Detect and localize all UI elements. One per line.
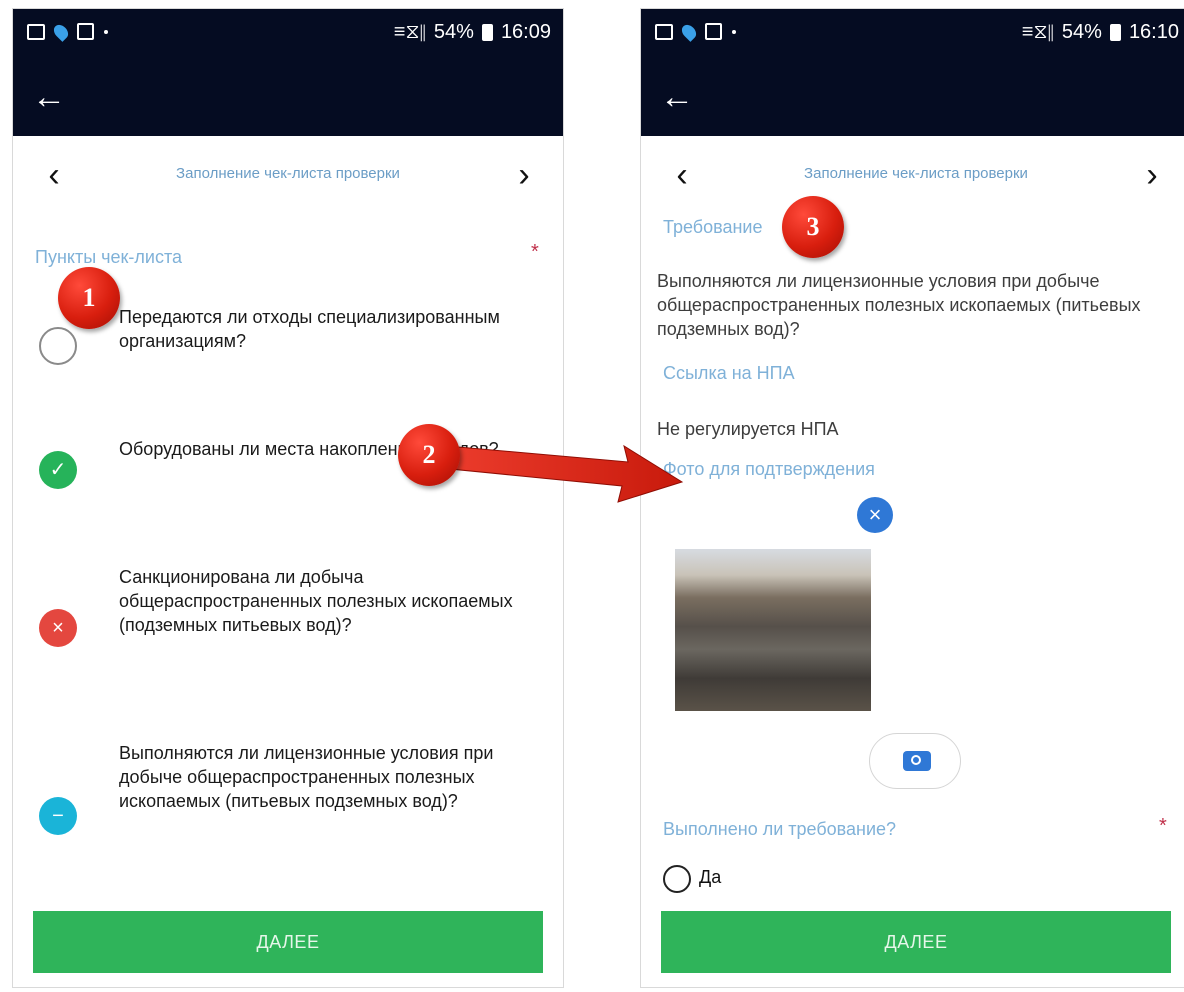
checklist-nav: ‹ Заполнение чек-листа проверки ›: [641, 157, 1184, 197]
gallery-icon: [27, 23, 45, 40]
question-label: Выполнено ли требование?: [663, 819, 897, 839]
location-icon: [679, 21, 699, 42]
npa-text: Не регулируется НПА: [657, 419, 839, 439]
cross-icon[interactable]: ×: [39, 609, 77, 647]
signal-icons: ≡⧖∥: [393, 21, 426, 43]
nav-title: Заполнение чек-листа проверки: [804, 165, 1028, 182]
location-icon: [51, 21, 71, 42]
requirement-label: Требование: [663, 217, 763, 237]
status-right: ≡⧖∥ 54% 16:09: [394, 21, 551, 44]
clock: 16:10: [1128, 21, 1179, 43]
photo-label: Фото для подтверждения: [663, 459, 875, 479]
status-bar: ≡⧖∥ 54% 16:09: [13, 9, 563, 59]
npa-label: Ссылка на НПА: [663, 363, 795, 383]
annotation-badge-1: 1: [58, 267, 120, 329]
camera-button[interactable]: [869, 733, 961, 789]
battery-icon: [481, 24, 493, 41]
requirement-text: Выполняются ли лицензионные условия при …: [657, 271, 1141, 339]
item-text: Оборудованы ли места накопления отходов?: [119, 439, 499, 459]
battery-icon: [1109, 24, 1121, 41]
item-text: Передаются ли отходы специализированным …: [119, 307, 500, 351]
camera-lens: [911, 755, 921, 765]
more-dot-icon: [732, 29, 736, 34]
annotation-badge-3: 3: [782, 196, 844, 258]
calendar-icon: [77, 23, 94, 40]
confirmation-photo[interactable]: [675, 549, 871, 711]
nav-title: Заполнение чек-листа проверки: [176, 165, 400, 182]
item-text: Выполняются ли лицензионные условия при …: [119, 743, 494, 811]
item-text: Санкционирована ли добыча общераспростра…: [119, 567, 513, 635]
status-notification-icons: [655, 21, 736, 42]
battery-percent: 54%: [1061, 21, 1102, 43]
next-button[interactable]: ДАЛЕЕ: [661, 911, 1171, 973]
checklist-item[interactable]: × Санкционирована ли добыча общераспрост…: [13, 565, 563, 675]
radio-yes[interactable]: [663, 865, 691, 893]
status-empty-icon[interactable]: [39, 327, 77, 365]
clock: 16:09: [500, 21, 551, 43]
radio-yes-label[interactable]: Да: [699, 867, 721, 888]
status-right: ≡⧖∥ 54% 16:10: [1022, 21, 1179, 44]
status-bar: ≡⧖∥ 54% 16:10: [641, 9, 1184, 59]
more-dot-icon: [104, 29, 108, 34]
battery-percent: 54%: [433, 21, 474, 43]
section-label: Пункты чек-листа: [35, 247, 183, 267]
calendar-icon: [705, 23, 722, 40]
annotation-badge-2: 2: [398, 424, 460, 486]
remove-photo-icon[interactable]: ×: [857, 497, 893, 533]
back-arrow-icon[interactable]: ←: [659, 79, 695, 115]
check-icon[interactable]: ✓: [39, 451, 77, 489]
camera-icon: [903, 751, 931, 771]
app-bar: ←: [641, 59, 1184, 136]
required-mark: *: [531, 241, 539, 263]
checklist-item[interactable]: − Выполняются ли лицензионные условия пр…: [13, 741, 563, 871]
chevron-right-icon[interactable]: ›: [1137, 157, 1167, 193]
signal-icons: ≡⧖∥: [1021, 21, 1054, 43]
checklist-nav: ‹ Заполнение чек-листа проверки ›: [13, 157, 563, 197]
back-arrow-icon[interactable]: ←: [31, 79, 67, 115]
phone-screen-right: ≡⧖∥ 54% 16:10 ← ‹ Заполнение чек-листа п…: [640, 8, 1184, 988]
checklist-item[interactable]: ✓ Оборудованы ли места накопления отходо…: [13, 437, 563, 507]
app-bar: ←: [13, 59, 563, 136]
phone-screen-left: ≡⧖∥ 54% 16:09 ← ‹ Заполнение чек-листа п…: [12, 8, 564, 988]
chevron-right-icon[interactable]: ›: [509, 157, 539, 193]
minus-icon[interactable]: −: [39, 797, 77, 835]
required-mark: *: [1159, 815, 1167, 837]
next-button[interactable]: ДАЛЕЕ: [33, 911, 543, 973]
gallery-icon: [655, 23, 673, 40]
status-notification-icons: [27, 21, 108, 42]
